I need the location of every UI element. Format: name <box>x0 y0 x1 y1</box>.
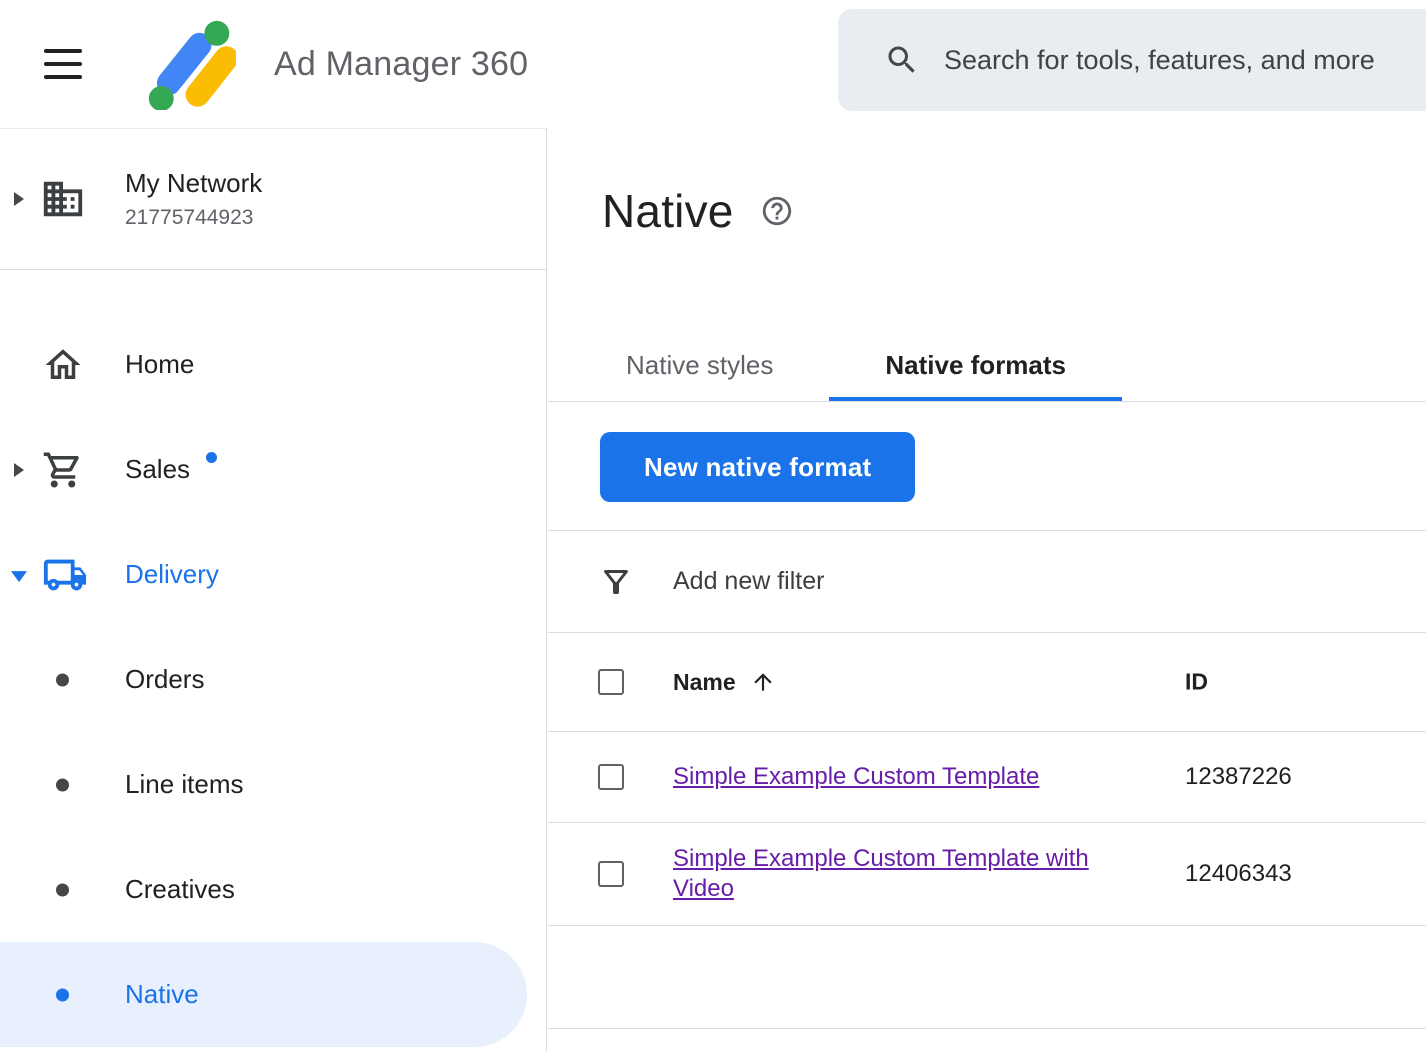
network-selector[interactable]: My Network 21775744923 <box>0 129 546 269</box>
native-formats-table: Name ID Simple Example Custom Template 1… <box>548 633 1426 1029</box>
format-id: 12406343 <box>1185 860 1292 888</box>
sidebar-item-creatives[interactable]: Creatives <box>0 837 546 942</box>
home-icon <box>42 344 84 386</box>
search-icon <box>884 42 920 78</box>
top-bar: Ad Manager 360 <box>0 0 1426 128</box>
new-native-format-button[interactable]: New native format <box>600 432 915 502</box>
sidebar-item-orders[interactable]: Orders <box>0 627 546 732</box>
page-title: Native <box>602 184 734 238</box>
network-name: My Network <box>125 168 262 199</box>
tab-native-formats[interactable]: Native formats <box>829 330 1122 401</box>
building-icon <box>40 176 86 222</box>
sidebar-item-label: Native <box>125 979 199 1010</box>
bullet-icon <box>56 778 69 791</box>
cart-icon <box>42 449 84 491</box>
network-id: 21775744923 <box>125 206 262 230</box>
expand-right-icon[interactable] <box>14 192 24 206</box>
sidebar-item-label: Home <box>125 349 194 380</box>
expand-down-icon[interactable] <box>11 571 27 582</box>
bullet-icon <box>56 673 69 686</box>
row-checkbox[interactable] <box>598 764 624 790</box>
tab-native-styles[interactable]: Native styles <box>570 330 829 401</box>
sidebar-item-delivery[interactable]: Delivery <box>0 522 546 627</box>
sidebar: My Network 21775744923 Home Sales Delive… <box>0 128 547 1052</box>
add-filter-label: Add new filter <box>673 567 824 596</box>
page-header: Native <box>548 128 1426 238</box>
sidebar-item-label: Creatives <box>125 874 235 905</box>
bullet-icon <box>56 988 69 1001</box>
app-title: Ad Manager 360 <box>274 45 528 84</box>
search-bar[interactable] <box>838 9 1426 111</box>
table-row: Simple Example Custom Template with Vide… <box>548 823 1426 926</box>
sort-ascending-icon[interactable] <box>750 669 776 695</box>
table-header-row: Name ID <box>548 633 1426 732</box>
main-content: Native Native styles Native formats New … <box>548 128 1426 1052</box>
sidebar-item-sales[interactable]: Sales <box>0 417 546 522</box>
sidebar-item-label: Delivery <box>125 559 219 590</box>
tab-bar: Native styles Native formats <box>548 330 1426 402</box>
ad-manager-logo-icon <box>144 18 236 110</box>
add-filter-bar[interactable]: Add new filter <box>548 531 1426 633</box>
sidebar-item-native[interactable]: Native <box>0 942 527 1047</box>
menu-icon[interactable] <box>44 49 82 79</box>
tab-label: Native formats <box>885 350 1066 381</box>
format-id: 12387226 <box>1185 763 1292 791</box>
empty-row <box>548 926 1426 1029</box>
column-header-name[interactable]: Name <box>673 669 736 696</box>
format-link[interactable]: Simple Example Custom Template <box>673 762 1039 792</box>
table-row: Simple Example Custom Template 12387226 <box>548 732 1426 823</box>
tab-label: Native styles <box>626 350 773 381</box>
row-checkbox[interactable] <box>598 861 624 887</box>
sidebar-nav: Home Sales Delivery Orders Line items <box>0 270 546 1047</box>
sidebar-item-label: Orders <box>125 664 204 695</box>
notification-dot <box>206 452 217 463</box>
select-all-checkbox[interactable] <box>598 669 624 695</box>
sidebar-item-label: Line items <box>125 769 244 800</box>
sidebar-item-line-items[interactable]: Line items <box>0 732 546 837</box>
expand-right-icon[interactable] <box>14 463 24 477</box>
column-header-id[interactable]: ID <box>1185 669 1208 696</box>
format-link[interactable]: Simple Example Custom Template with Vide… <box>673 844 1143 904</box>
filter-icon <box>598 564 634 600</box>
truck-icon <box>42 552 88 598</box>
bullet-icon <box>56 883 69 896</box>
search-input[interactable] <box>944 45 1416 76</box>
sidebar-item-label: Sales <box>125 454 190 485</box>
sidebar-item-home[interactable]: Home <box>0 312 546 417</box>
help-icon[interactable] <box>760 194 794 228</box>
